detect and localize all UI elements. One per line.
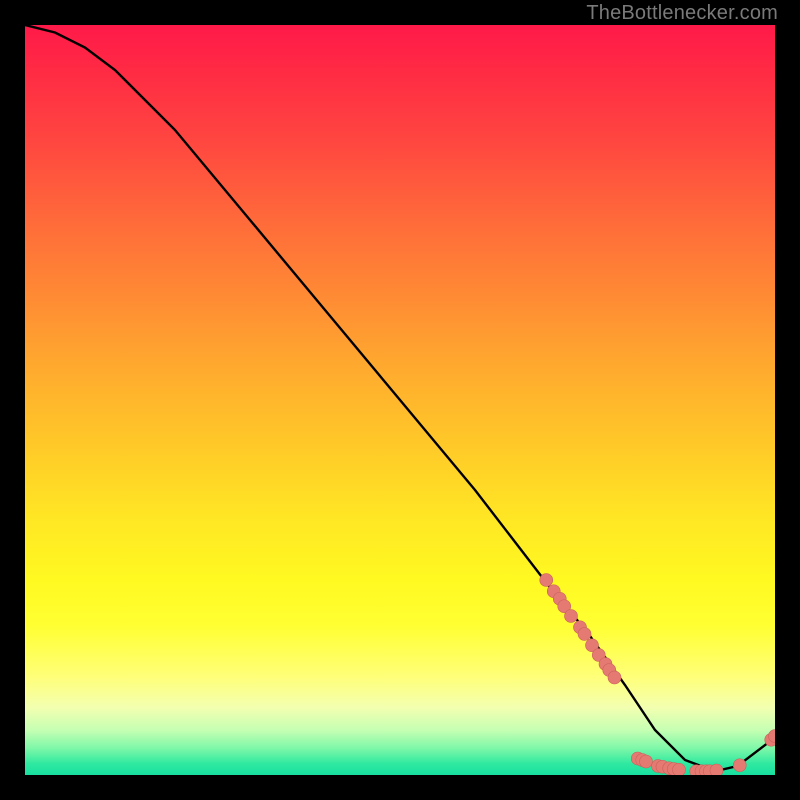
data-point <box>578 628 591 641</box>
plot-area <box>25 25 775 775</box>
data-points <box>540 574 775 776</box>
attribution-text: TheBottlenecker.com <box>586 2 778 25</box>
data-point <box>540 574 553 587</box>
data-point <box>710 764 723 775</box>
data-point <box>608 671 621 684</box>
chart-stage: TheBottlenecker.com <box>0 0 800 800</box>
points-layer <box>25 25 775 775</box>
data-point <box>565 610 578 623</box>
data-point <box>640 755 653 768</box>
data-point <box>673 763 686 775</box>
data-point <box>733 759 746 772</box>
